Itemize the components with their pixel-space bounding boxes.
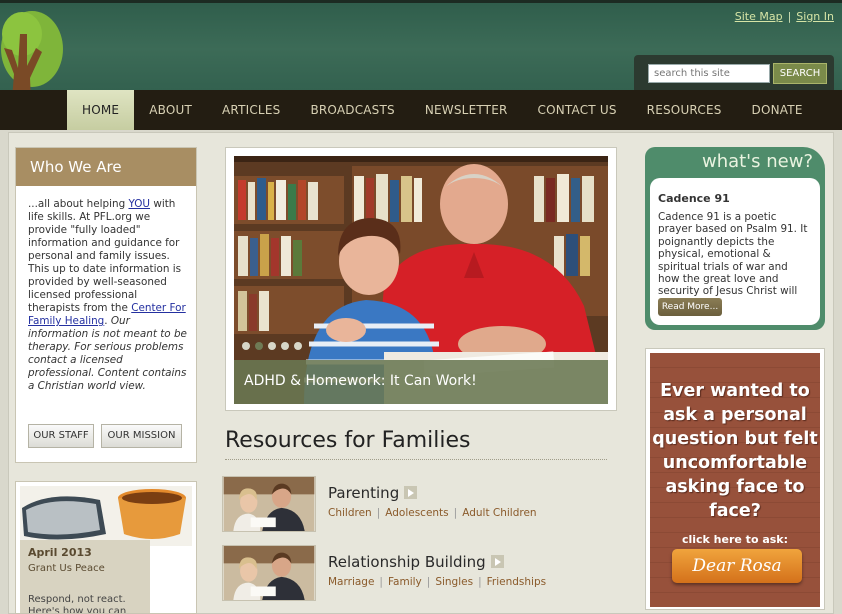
you-link[interactable]: YOU	[128, 198, 150, 210]
who-we-are-title: Who We Are	[16, 148, 196, 186]
sublink-friendships[interactable]: Friendships	[487, 576, 546, 588]
sublink-adult-children[interactable]: Adult Children	[462, 507, 536, 519]
resource-item-parenting: Parenting Children | Adolescents | Adult Chi…	[222, 476, 612, 534]
newsletter-card: April 2013 Grant Us Peace Respond, not r…	[20, 540, 150, 614]
who-text-part: ...all about helping	[28, 198, 129, 210]
site-map-link[interactable]: Site Map	[735, 10, 783, 23]
whats-new-title: what's new?	[701, 151, 813, 172]
nav-item-articles[interactable]: ARTICLES	[207, 90, 295, 130]
search-input[interactable]	[648, 64, 770, 83]
slide-dot[interactable]	[268, 342, 276, 350]
nav-item-newsletter[interactable]: NEWSLETTER	[410, 90, 523, 130]
main-nav: HOME ABOUT ARTICLES BROADCASTS NEWSLETTE…	[0, 90, 842, 130]
top-border	[0, 0, 842, 3]
link-separator: |	[379, 576, 383, 588]
slide-dot[interactable]	[294, 342, 302, 350]
resource-item-relationship-building: Relationship Building Marriage | Family | Si…	[222, 545, 612, 603]
who-we-are-panel: Who We Are ...all about helping YOU with…	[15, 147, 197, 463]
brick-background: Ever wanted to ask a personal question b…	[650, 353, 820, 607]
feature-caption[interactable]: ADHD & Homework: It Can Work!	[234, 360, 608, 404]
sign-in-link[interactable]: Sign In	[796, 10, 834, 23]
slide-dot-active[interactable]	[255, 342, 263, 350]
our-mission-button[interactable]: OUR MISSION	[101, 424, 182, 448]
link-separator: |	[426, 576, 431, 588]
parenting-thumbnail[interactable]	[222, 476, 316, 532]
slideshow-dots	[242, 342, 302, 350]
resource-name-relationship-building[interactable]: Relationship Building	[328, 553, 504, 571]
read-more-button[interactable]: Read More...	[658, 298, 722, 316]
slide-dot[interactable]	[281, 342, 289, 350]
utility-links: Site Map | Sign In	[735, 10, 834, 23]
nav-item-home[interactable]: HOME	[67, 90, 135, 130]
resources-heading: Resources for Families	[225, 428, 471, 453]
relationship-thumbnail[interactable]	[222, 545, 316, 601]
sublink-family[interactable]: Family	[388, 576, 422, 588]
resource-name-parenting[interactable]: Parenting	[328, 484, 418, 502]
nav-item-broadcasts[interactable]: BROADCASTS	[295, 90, 409, 130]
feature-slideshow[interactable]: ADHD & Homework: It Can Work!	[225, 147, 617, 411]
nav-item-donate[interactable]: DONATE	[737, 90, 818, 130]
link-separator: |	[376, 507, 381, 519]
dear-rosa-button[interactable]: Dear Rosa	[672, 549, 802, 583]
site-header: Site Map | Sign In SEARCH	[0, 0, 842, 124]
sublink-children[interactable]: Children	[328, 507, 372, 519]
whats-new-panel: what's new? Cadence 91 Cadence 91 is a p…	[645, 147, 825, 330]
rosa-click-here: click here to ask:	[681, 533, 789, 546]
search-button[interactable]: SEARCH	[773, 63, 827, 84]
sublink-adolescents[interactable]: Adolescents	[385, 507, 448, 519]
whats-new-heading: Cadence 91	[658, 192, 730, 205]
sublink-marriage[interactable]: Marriage	[328, 576, 374, 588]
play-arrow-icon	[404, 486, 418, 499]
resource-label: Relationship Building	[328, 553, 486, 571]
dear-rosa-banner[interactable]: Ever wanted to ask a personal question b…	[645, 348, 825, 610]
play-arrow-icon	[490, 555, 504, 568]
resource-sublinks: Children | Adolescents | Adult Children	[328, 507, 537, 519]
util-separator: |	[787, 10, 792, 23]
our-staff-button[interactable]: OUR STAFF	[28, 424, 94, 448]
nav-item-about[interactable]: ABOUT	[134, 90, 207, 130]
who-text-part: with life skills. At PFL.org we provide …	[28, 198, 182, 314]
whats-new-card: Cadence 91 Cadence 91 is a poetic prayer…	[650, 178, 820, 325]
resource-label: Parenting	[328, 484, 400, 502]
feature-photo: ADHD & Homework: It Can Work!	[234, 156, 608, 404]
link-separator: |	[478, 576, 482, 588]
resources-divider	[225, 459, 607, 460]
newsletter-teaser: Respond, not react. Here's how you can	[28, 594, 127, 614]
rosa-question: Ever wanted to ask a personal question b…	[652, 381, 818, 521]
newsletter-date: April 2013	[28, 546, 92, 559]
whats-new-text: Cadence 91 is a poetic prayer based on P…	[658, 211, 808, 310]
who-we-are-text: ...all about helping YOU with life skill…	[28, 198, 188, 393]
link-separator: |	[453, 507, 458, 519]
search-panel: SEARCH	[634, 55, 834, 90]
sublink-singles[interactable]: Singles	[435, 576, 473, 588]
nav-item-resources[interactable]: RESOURCES	[632, 90, 737, 130]
who-text-part: .	[104, 315, 111, 327]
slide-dot[interactable]	[242, 342, 250, 350]
newsletter-panel[interactable]: April 2013 Grant Us Peace Respond, not r…	[15, 481, 197, 614]
newspaper-coffee-image	[20, 486, 192, 546]
newsletter-title: Grant Us Peace	[28, 563, 105, 574]
resource-sublinks: Marriage | Family | Singles | Friendships	[328, 576, 546, 588]
nav-item-contact-us[interactable]: CONTACT US	[523, 90, 632, 130]
